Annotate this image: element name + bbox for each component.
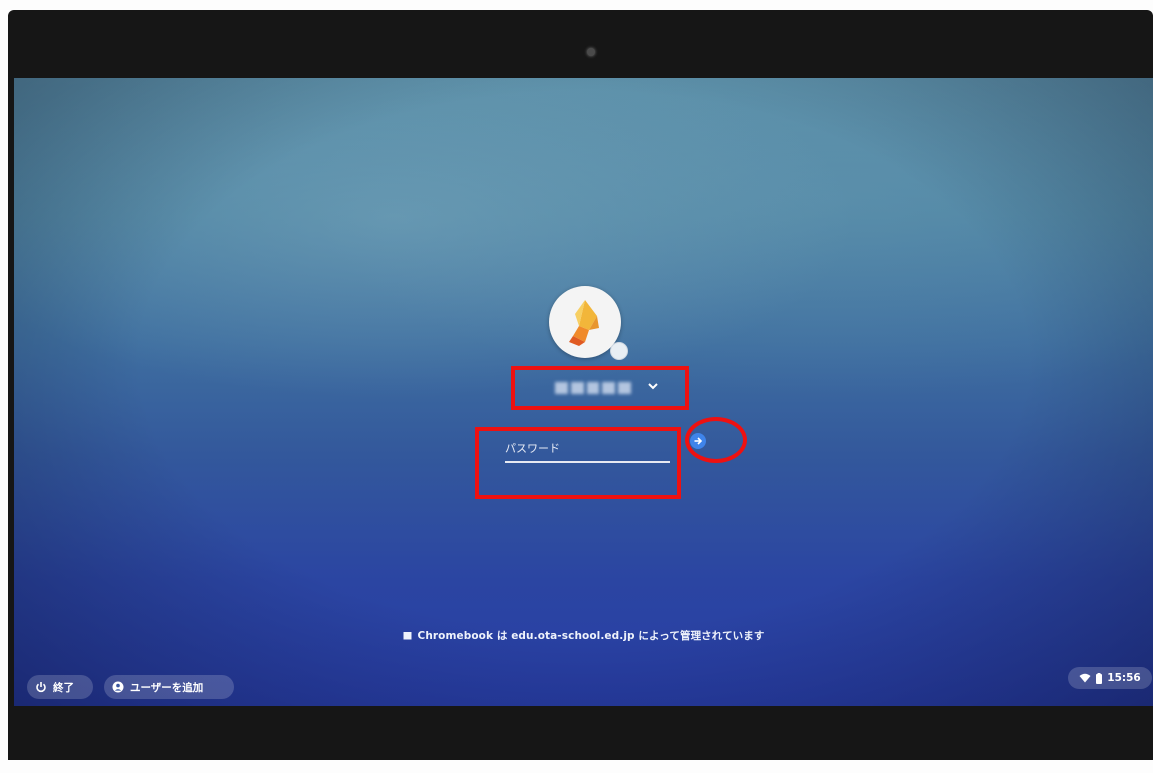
add-user-button[interactable]: ユーザーを追加 [104, 675, 234, 699]
power-icon [36, 682, 46, 693]
highlight-circle-submit [685, 417, 747, 463]
device-bottom-bezel [8, 706, 1153, 760]
clock-time: 15:56 [1107, 672, 1141, 684]
login-screen: Chromebook は edu.ota-school.ed.jp によって管理… [14, 78, 1153, 706]
system-tray[interactable]: 15:56 [1068, 667, 1152, 689]
shutdown-button[interactable]: 終了 [27, 675, 93, 699]
shutdown-label: 終了 [53, 681, 74, 694]
blurred-user-name [555, 382, 631, 394]
user-name-selector[interactable] [511, 366, 689, 410]
managed-notice-text: Chromebook は edu.ota-school.ed.jp によって管理… [417, 630, 765, 642]
password-input[interactable] [505, 437, 670, 463]
chevron-down-icon[interactable] [647, 380, 659, 392]
add-user-icon [112, 681, 124, 693]
managed-device-notice: Chromebook は edu.ota-school.ed.jp によって管理… [14, 628, 1153, 643]
password-field-group [475, 427, 681, 499]
add-user-label: ユーザーを追加 [130, 681, 204, 694]
battery-icon [1096, 672, 1103, 684]
building-icon [403, 632, 412, 640]
camera-icon [587, 48, 595, 56]
wifi-icon [1079, 673, 1091, 683]
avatar-badge [610, 342, 628, 360]
